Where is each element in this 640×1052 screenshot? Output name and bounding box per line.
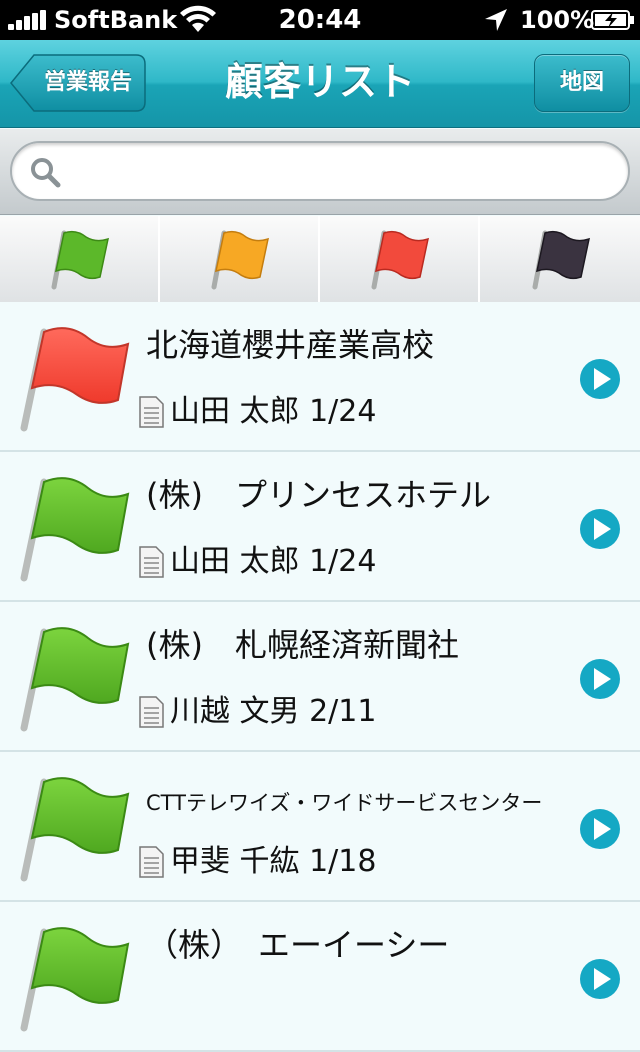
document-icon	[139, 846, 164, 878]
filter-orange-flag[interactable]	[160, 216, 320, 302]
customer-row[interactable]: CTTテレワイズ・ワイドサービスセンター 甲斐 千紘 1/18	[0, 752, 640, 902]
detail-disclosure-icon[interactable]	[578, 507, 622, 551]
detail-disclosure-icon[interactable]	[578, 807, 622, 851]
status-bar: SoftBank 20:44 100%	[0, 0, 640, 40]
battery-percentage: 100%	[520, 6, 595, 34]
battery-charging-icon	[591, 10, 634, 30]
customer-contact: 山田 太郎 1/24	[170, 394, 377, 429]
customer-row[interactable]: （株） エーイーシー	[0, 902, 640, 1052]
orange-flag-icon	[211, 230, 270, 290]
green-flag-icon	[20, 477, 130, 582]
back-button-label: 営業報告	[43, 70, 132, 95]
red-flag-icon	[371, 230, 430, 290]
search-icon	[31, 158, 61, 188]
green-flag-icon	[20, 627, 130, 732]
filter-green-flag[interactable]	[0, 216, 160, 302]
detail-disclosure-icon[interactable]	[578, 957, 622, 1001]
filter-dark-flag[interactable]	[480, 216, 640, 302]
document-icon	[139, 396, 164, 428]
search-bar	[0, 129, 640, 215]
location-arrow-icon	[485, 9, 507, 31]
customer-name: CTTテレワイズ・ワイドサービスセンター	[146, 791, 543, 815]
search-field[interactable]	[10, 141, 630, 201]
map-button[interactable]: 地図	[534, 54, 630, 112]
green-flag-icon	[20, 777, 130, 882]
customer-name: 北海道櫻井産業高校	[146, 326, 435, 364]
page-title: 顧客リスト	[224, 60, 415, 104]
customer-detail: 甲斐 千紘 1/18	[138, 840, 376, 884]
customer-name: (株) プリンセスホテル	[146, 476, 491, 514]
back-button[interactable]: 営業報告	[10, 54, 146, 112]
red-flag-icon	[20, 327, 130, 432]
flag-filter-bar	[0, 216, 640, 302]
navigation-bar: 営業報告 顧客リスト 地図	[0, 40, 640, 128]
customer-row[interactable]: 北海道櫻井産業高校 山田 太郎 1/24	[0, 302, 640, 452]
customer-list: 北海道櫻井産業高校 山田 太郎 1/24 (株) プリンセスホテル 山田 太郎 …	[0, 302, 640, 1052]
customer-contact: 山田 太郎 1/24	[170, 544, 377, 579]
green-flag-icon	[51, 230, 110, 290]
customer-contact: 川越 文男 2/11	[170, 694, 377, 729]
search-input[interactable]	[70, 151, 610, 191]
customer-row[interactable]: (株) プリンセスホテル 山田 太郎 1/24	[0, 452, 640, 602]
customer-detail: 川越 文男 2/11	[138, 690, 376, 734]
detail-disclosure-icon[interactable]	[578, 357, 622, 401]
customer-row[interactable]: (株) 札幌経済新聞社 川越 文男 2/11	[0, 602, 640, 752]
document-icon	[139, 546, 164, 578]
dark-flag-icon	[532, 230, 591, 290]
document-icon	[139, 696, 164, 728]
customer-contact: 甲斐 千紘 1/18	[170, 844, 377, 879]
customer-name: (株) 札幌経済新聞社	[146, 626, 459, 664]
filter-red-flag[interactable]	[320, 216, 480, 302]
detail-disclosure-icon[interactable]	[578, 657, 622, 701]
customer-detail: 山田 太郎 1/24	[138, 540, 376, 584]
customer-detail: 山田 太郎 1/24	[138, 390, 376, 434]
green-flag-icon	[20, 927, 130, 1032]
